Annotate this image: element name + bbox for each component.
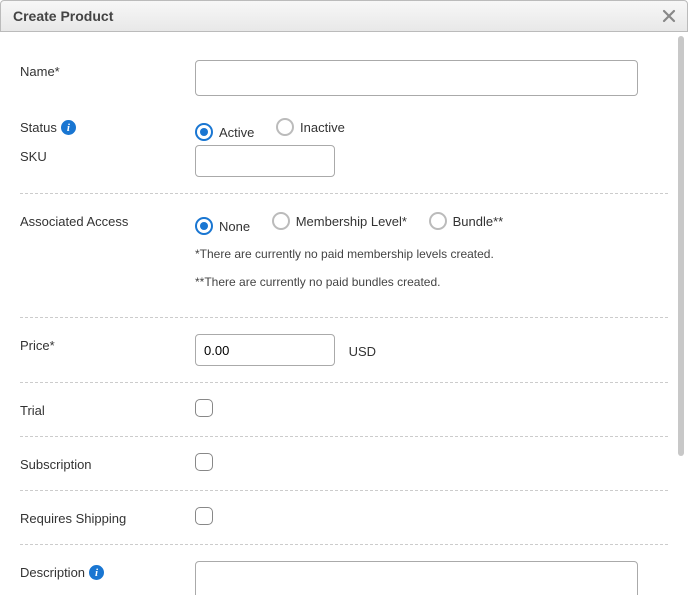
dialog-body: Name* Status i Active Inactive SKU Asso — [0, 32, 688, 595]
radio-circle-icon — [195, 217, 213, 235]
access-bundle-label: Bundle** — [453, 214, 504, 229]
control-price: USD — [195, 334, 668, 366]
requires-shipping-checkbox-wrap — [195, 507, 213, 525]
row-subscription: Subscription — [20, 445, 668, 482]
status-inactive-label: Inactive — [300, 120, 345, 135]
divider — [20, 382, 668, 383]
note-membership: *There are currently no paid membership … — [195, 247, 638, 261]
divider — [20, 317, 668, 318]
row-name: Name* — [20, 52, 668, 104]
status-radio-group: Active Inactive — [195, 116, 668, 141]
status-inactive-radio[interactable]: Inactive — [276, 118, 345, 136]
label-name: Name* — [20, 60, 195, 79]
row-sku: SKU — [20, 143, 668, 185]
control-requires-shipping — [195, 507, 668, 528]
subscription-checkbox[interactable] — [195, 453, 213, 471]
control-subscription — [195, 453, 668, 474]
trial-checkbox-wrap — [195, 399, 213, 417]
label-subscription: Subscription — [20, 453, 195, 472]
radio-circle-icon — [276, 118, 294, 136]
row-trial: Trial — [20, 391, 668, 428]
control-name — [195, 60, 668, 96]
control-sku — [195, 145, 668, 177]
access-bundle-radio[interactable]: Bundle** — [429, 212, 504, 230]
trial-checkbox[interactable] — [195, 399, 213, 417]
label-status-text: Status — [20, 120, 57, 135]
label-description-text: Description — [20, 565, 85, 580]
subscription-checkbox-wrap — [195, 453, 213, 471]
status-active-label: Active — [219, 125, 254, 140]
row-associated-access: Associated Access None Membership Level*… — [20, 202, 668, 309]
note-bundle: **There are currently no paid bundles cr… — [195, 275, 638, 289]
name-input[interactable] — [195, 60, 638, 96]
label-status: Status i — [20, 116, 195, 135]
control-trial — [195, 399, 668, 420]
label-sku: SKU — [20, 145, 195, 164]
price-input[interactable] — [195, 334, 335, 366]
divider — [20, 544, 668, 545]
label-description: Description i — [20, 561, 195, 580]
dialog-header: Create Product — [0, 0, 688, 32]
label-trial: Trial — [20, 399, 195, 418]
row-price: Price* USD — [20, 326, 668, 374]
divider — [20, 490, 668, 491]
label-price: Price* — [20, 334, 195, 353]
description-textarea[interactable] — [195, 561, 638, 595]
radio-circle-icon — [272, 212, 290, 230]
radio-circle-icon — [429, 212, 447, 230]
access-membership-radio[interactable]: Membership Level* — [272, 212, 407, 230]
label-associated-access: Associated Access — [20, 210, 195, 229]
divider — [20, 193, 668, 194]
radio-circle-icon — [195, 123, 213, 141]
access-none-radio[interactable]: None — [195, 217, 250, 235]
control-description — [195, 561, 668, 595]
info-icon[interactable]: i — [61, 120, 76, 135]
divider — [20, 436, 668, 437]
currency-label: USD — [349, 344, 376, 359]
access-radio-group: None Membership Level* Bundle** *There a… — [195, 210, 668, 301]
access-none-label: None — [219, 219, 250, 234]
info-icon[interactable]: i — [89, 565, 104, 580]
row-description: Description i — [20, 553, 668, 595]
dialog-title: Create Product — [13, 8, 113, 24]
close-icon[interactable] — [659, 6, 679, 26]
row-status: Status i Active Inactive — [20, 104, 668, 143]
requires-shipping-checkbox[interactable] — [195, 507, 213, 525]
label-requires-shipping: Requires Shipping — [20, 507, 195, 526]
status-active-radio[interactable]: Active — [195, 123, 254, 141]
scrollbar[interactable] — [678, 36, 684, 456]
sku-input[interactable] — [195, 145, 335, 177]
access-membership-label: Membership Level* — [296, 214, 407, 229]
row-requires-shipping: Requires Shipping — [20, 499, 668, 536]
